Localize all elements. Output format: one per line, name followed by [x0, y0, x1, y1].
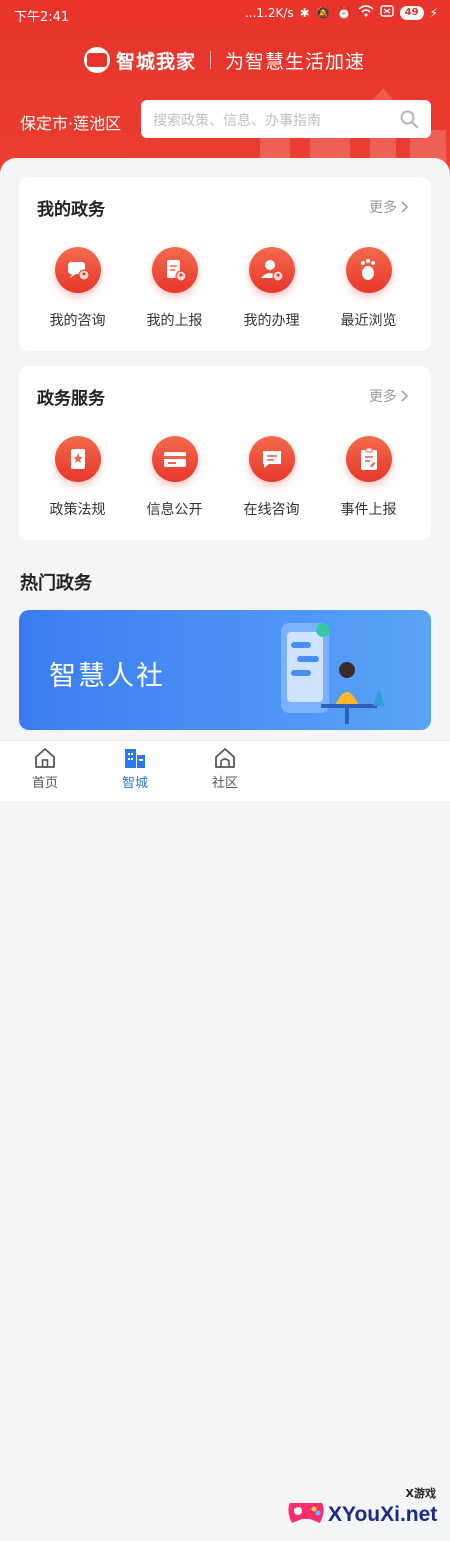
smart-social-security-banner[interactable]: 智慧人社 [19, 610, 431, 730]
watermark-overlay: X游戏 XYouXi.net [282, 1483, 450, 1541]
handle-user-icon [248, 247, 295, 293]
gov-services-card: 政务服务 更多 政策法规 信息公开 在线咨询 事件上报 [19, 366, 431, 540]
my-affairs-more-link[interactable]: 更多 [369, 197, 409, 217]
app-logo-icon [84, 47, 110, 73]
banner-title: 智慧人社 [49, 661, 165, 692]
tab-community-label: 社区 [211, 776, 238, 791]
status-icons: ...1.2K/s ✱ 🔕 ⏰ 49 ⚡ [245, 5, 438, 20]
search-placeholder: 搜索政策、信息、办事指南 [153, 113, 321, 129]
footprint-icon [345, 247, 392, 293]
brand-slogan: 为智慧生活加速 [225, 50, 366, 73]
item-label: 在线咨询 [243, 502, 300, 518]
alarm-icon: ⏰ [336, 5, 352, 20]
chevron-right-icon [401, 201, 409, 213]
my-consult-item[interactable]: 我的咨询 [29, 247, 126, 330]
gov-services-more-link[interactable]: 更多 [369, 386, 409, 406]
network-speed: ...1.2K/s [244, 5, 294, 20]
tab-community[interactable]: 社区 [180, 747, 270, 791]
policy-doc-icon [54, 436, 101, 482]
more-label: 更多 [369, 200, 397, 216]
bluetooth-icon: ✱ [299, 5, 310, 20]
watermark-text: XYouXi.net [328, 1503, 438, 1526]
hot-affairs-title: 热门政务 [20, 573, 92, 594]
info-public-item[interactable]: 信息公开 [126, 436, 223, 519]
item-label: 我的办理 [243, 313, 300, 329]
clipboard-edit-icon [345, 436, 392, 482]
bottom-tab-bar: 首页 智城 社区 X游戏 XYouXi.net [0, 740, 450, 1526]
online-consult-item[interactable]: 在线咨询 [223, 436, 320, 519]
mute-bell-icon: 🔕 [315, 5, 331, 20]
battery-icon: 49 [399, 5, 424, 20]
community-house-icon [215, 748, 235, 768]
chevron-right-icon [401, 390, 409, 402]
tab-smart-city[interactable]: 智城 [90, 747, 180, 791]
location-selector[interactable]: 保定市·莲池区 [20, 110, 121, 134]
tab-smart-city-label: 智城 [121, 776, 148, 791]
gamepad-logo-icon [288, 1503, 324, 1523]
my-handle-item[interactable]: 我的办理 [223, 247, 320, 330]
tab-home-label: 首页 [31, 776, 58, 791]
more-label: 更多 [369, 389, 397, 405]
wifi-icon [358, 5, 374, 20]
gov-services-title: 政务服务 [37, 389, 105, 409]
search-icon[interactable] [399, 109, 419, 129]
event-report-item[interactable]: 事件上报 [320, 436, 417, 519]
brand-name: 智城我家 [116, 50, 197, 73]
my-affairs-card: 我的政务 更多 我的咨询 我的上报 我的办理 最近浏览 [19, 177, 431, 351]
buildings-icon [125, 749, 145, 768]
item-label: 我的咨询 [49, 313, 106, 329]
my-affairs-title: 我的政务 [37, 200, 105, 220]
item-label: 事件上报 [340, 502, 397, 518]
item-label: 信息公开 [146, 502, 203, 518]
policy-item[interactable]: 政策法规 [29, 436, 126, 519]
item-label: 我的上报 [146, 313, 203, 329]
my-report-item[interactable]: 我的上报 [126, 247, 223, 330]
status-bar: 下午2:41 ...1.2K/s ✱ 🔕 ⏰ 49 ⚡ [0, 0, 450, 28]
report-user-icon [151, 247, 198, 293]
tab-home[interactable]: 首页 [0, 747, 90, 791]
recent-browse-item[interactable]: 最近浏览 [320, 247, 417, 330]
status-time: 下午2:41 [14, 10, 70, 25]
brand-bar: 智城我家 为智慧生活加速 [84, 46, 365, 74]
sim-icon [379, 5, 394, 20]
item-label: 政策法规 [49, 502, 106, 518]
item-label: 最近浏览 [340, 313, 397, 329]
customer-service-illustration [281, 623, 385, 724]
home-icon [35, 748, 55, 768]
watermark-small-text: X游戏 [405, 1487, 436, 1500]
charging-icon: ⚡ [429, 5, 438, 20]
info-card-icon [151, 436, 198, 482]
brand-divider [210, 51, 212, 69]
consult-user-icon [54, 247, 101, 293]
chat-icon [248, 436, 295, 482]
search-input[interactable]: 搜索政策、信息、办事指南 [141, 100, 431, 138]
